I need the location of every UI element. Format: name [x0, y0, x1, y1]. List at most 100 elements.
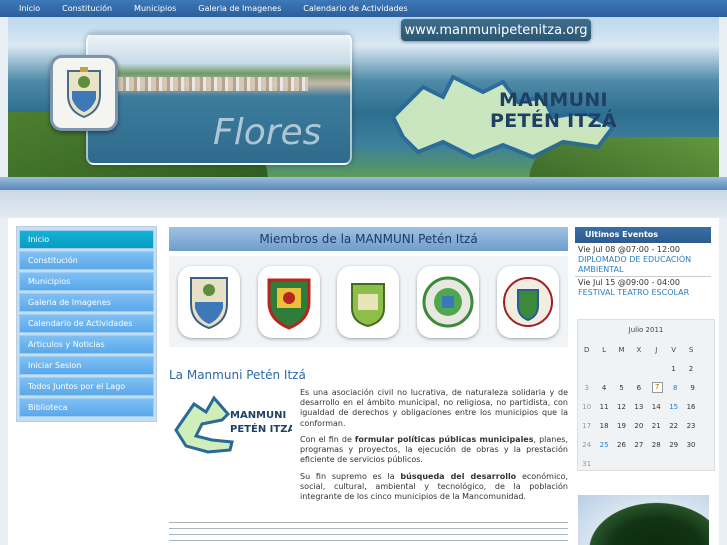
calendar-day-header: L	[602, 345, 607, 354]
calendar-day-header: X	[636, 345, 642, 354]
calendar-day[interactable]: 25	[595, 441, 612, 449]
p2-text: Con el fin de	[300, 435, 355, 444]
calendar-week-row: 24 25 26 27 28 29 30	[578, 435, 714, 454]
topnav-galeria[interactable]: Galeria de Imagenes	[187, 4, 292, 13]
palm-photo	[578, 495, 709, 545]
event-date-2: Vie Jul 15 @09:00 - 04:00	[578, 278, 680, 287]
municipality-logo-3[interactable]	[337, 265, 400, 338]
sidebar-menu: Inicio Constitución Municipios Galeria d…	[16, 226, 157, 422]
paragraph-2: Con el fin de formular políticas pública…	[300, 435, 568, 466]
calendar-week-row: 31	[578, 454, 714, 473]
sidebar-item-constitucion[interactable]: Constitución	[19, 251, 154, 270]
events-panel: Ultimos Eventos Vie Jul 08 @07:00 - 12:0…	[575, 227, 711, 298]
calendar-day[interactable]: 23	[682, 422, 699, 430]
calendar-day[interactable]: 16	[682, 403, 699, 411]
divider-bar-light	[0, 190, 727, 218]
manmuni-map-icon: MANMUNI PETÉN ITZA	[174, 395, 292, 454]
paragraph-1: Es una asociación civil no lucrativa, de…	[300, 388, 568, 428]
brand-logo: MANMUNI PETÉN ITZÁ	[490, 90, 617, 132]
calendar-day[interactable]: 27	[630, 441, 647, 449]
event-separator	[575, 276, 711, 277]
calendar-day[interactable]: 21	[648, 422, 665, 430]
brand-line2: PETÉN ITZÁ	[490, 110, 617, 132]
calendar-week-row: 12	[578, 359, 714, 378]
calendar-day-header: J	[655, 345, 658, 354]
header-banner: Flores www.manmunipetenitza.org MANMUNI …	[8, 17, 719, 177]
calendar-month: Julio 2011	[628, 326, 664, 334]
members-heading: Miembros de la MANMUNI Petén Itzá	[169, 227, 568, 251]
calendar-day[interactable]: 15	[665, 403, 682, 411]
event-link-2[interactable]: FESTIVAL TEATRO ESCOLAR	[575, 288, 711, 298]
calendar-day-header: S	[688, 345, 694, 354]
calendar-day[interactable]: 20	[630, 422, 647, 430]
sidebar-item-todos-juntos[interactable]: Todos Juntos por el Lago	[19, 377, 154, 396]
calendar-day[interactable]: 30	[682, 441, 699, 449]
topnav-constitucion[interactable]: Constitución	[51, 4, 123, 13]
calendar-day[interactable]: 7	[651, 382, 663, 393]
calendar-day[interactable]: 29	[665, 441, 682, 449]
divider-line	[169, 528, 568, 529]
municipality-logo-5[interactable]	[497, 265, 560, 338]
calendar-day[interactable]: 24	[578, 441, 595, 449]
p2-bold: formular políticas públicas municipales	[354, 435, 534, 444]
banner-town	[118, 77, 308, 91]
topnav-calendario[interactable]: Calendario de Actividades	[292, 4, 418, 13]
topnav-municipios[interactable]: Municipios	[123, 4, 187, 13]
paragraph-3: Su fin supremo es la búsqueda del desarr…	[300, 472, 568, 503]
calendar-header-row: DLMXJVS	[578, 340, 714, 359]
event-date-1: Vie Jul 08 @07:00 - 12:00	[578, 245, 680, 254]
site-url: www.manmunipetenitza.org	[401, 19, 591, 41]
divider-line	[169, 534, 568, 535]
calendar-week-row: 3456789	[578, 378, 714, 397]
calendar-day-header: D	[584, 345, 590, 354]
sidebar-item-galeria[interactable]: Galeria de Imagenes	[19, 293, 154, 312]
member-logos	[169, 256, 568, 347]
sidebar-item-inicio[interactable]: Inicio	[19, 230, 154, 249]
calendar-day[interactable]: 8	[667, 384, 684, 392]
calendar-day[interactable]: 12	[613, 403, 630, 411]
calendar-day[interactable]: 5	[613, 384, 630, 392]
calendar-day[interactable]: 3	[578, 384, 595, 392]
calendar-day[interactable]: 11	[595, 403, 612, 411]
sidebar-item-articulos[interactable]: Articulos y Noticias	[19, 335, 154, 354]
calendar-day[interactable]: 17	[578, 422, 595, 430]
divider-bar	[0, 177, 727, 190]
calendar-day[interactable]: 10	[578, 403, 595, 411]
calendar-day[interactable]: 6	[630, 384, 647, 392]
event-link-1[interactable]: DIPLOMADO DE EDUCACIÓN AMBIENTAL	[575, 255, 711, 275]
sidebar-item-biblioteca[interactable]: Biblioteca	[19, 398, 154, 417]
calendar-day[interactable]: 19	[613, 422, 630, 430]
divider-line	[169, 522, 568, 523]
divider-line	[169, 540, 568, 541]
minimap-line2: PETÉN ITZA	[230, 422, 292, 435]
calendar-day-header: V	[671, 345, 677, 354]
coat-of-arms-icon	[50, 55, 118, 131]
sidebar-item-calendario[interactable]: Calendario de Actividades	[19, 314, 154, 333]
calendar-day[interactable]: 18	[595, 422, 612, 430]
municipality-logo-2[interactable]	[257, 265, 320, 338]
calendar-day[interactable]: 28	[648, 441, 665, 449]
municipality-logo-4[interactable]	[417, 265, 480, 338]
calendar-day[interactable]: 22	[665, 422, 682, 430]
section-title: La Manmuni Petén Itzá	[169, 368, 306, 382]
municipality-logo-1[interactable]	[177, 265, 240, 338]
sidebar-item-iniciar-sesion[interactable]: Iniciar Sesion	[19, 356, 154, 375]
top-navigation: Inicio Constitución Municipios Galeria d…	[0, 0, 727, 17]
calendar-day[interactable]: 14	[648, 403, 665, 411]
sidebar-item-municipios[interactable]: Municipios	[19, 272, 154, 291]
calendar-widget: Julio 2011 D L M X J V S 1 2 3 4 5 6 7 8 9 10 11 12 13 14 15 1…	[577, 319, 715, 471]
calendar-day[interactable]: 2	[682, 365, 699, 373]
calendar-week-row: 17 18 19 20 21 22 23	[578, 416, 714, 435]
banner-place-text: Flores	[213, 112, 322, 153]
minimap-line1: MANMUNI	[230, 410, 286, 421]
calendar-day[interactable]: 9	[684, 384, 701, 392]
calendar-day[interactable]: 31	[578, 460, 595, 468]
calendar-day[interactable]: 1	[665, 365, 682, 373]
topnav-inicio[interactable]: Inicio	[0, 4, 51, 13]
calendar-day[interactable]: 26	[613, 441, 630, 449]
calendar-day-header: M	[618, 345, 625, 354]
brand-line1: MANMUNI	[498, 89, 608, 111]
calendar-day[interactable]: 13	[630, 403, 647, 411]
p3-text: Su fin supremo es la	[300, 472, 401, 481]
calendar-day[interactable]: 4	[595, 384, 612, 392]
